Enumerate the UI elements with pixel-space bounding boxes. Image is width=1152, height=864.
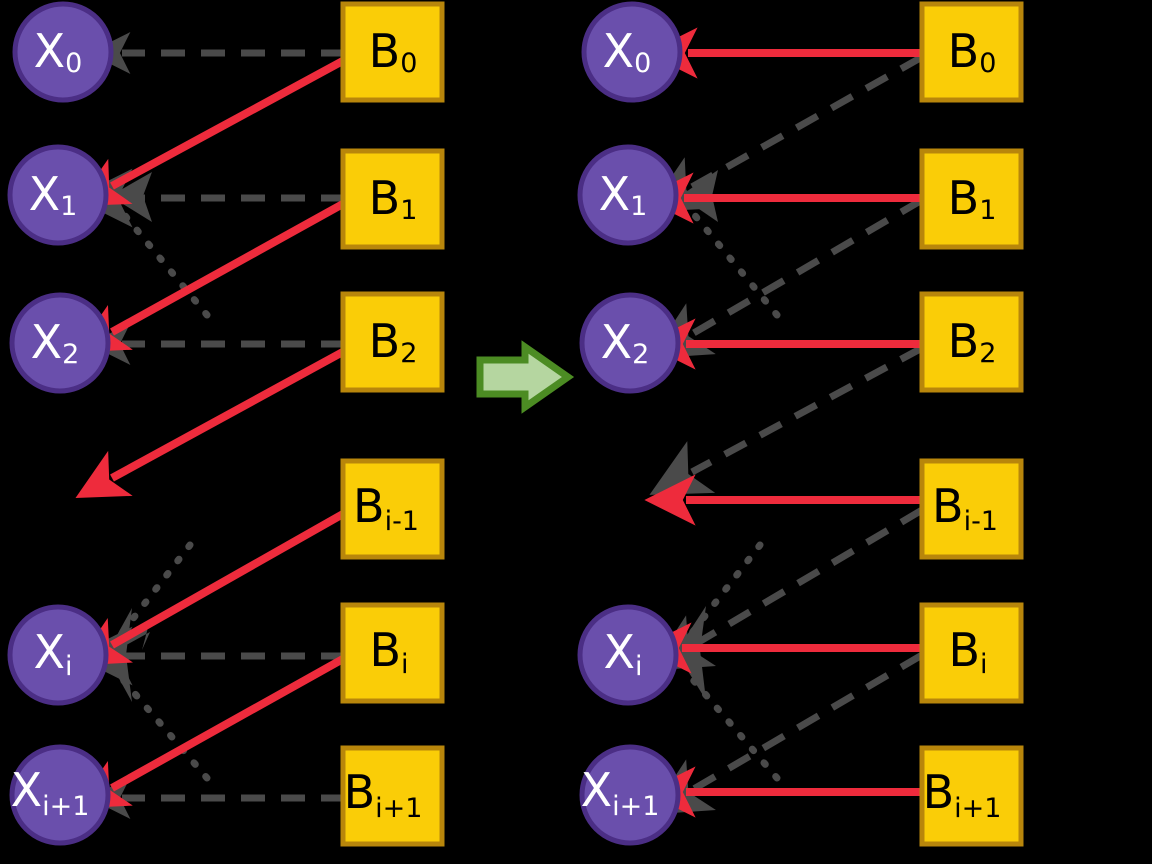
node-bip1-right[interactable]: Bi+1 bbox=[919, 745, 1024, 847]
dashed-edge-bim1-xi bbox=[650, 506, 924, 671]
node-bi[interactable]: Bi bbox=[340, 602, 445, 704]
left-b-nodes: B0 B1 B2 Bi-1 Bi Bi+1 bbox=[340, 1, 445, 847]
dashed-edge-b1-x2 bbox=[650, 196, 924, 359]
node-b2[interactable]: B2 bbox=[340, 291, 445, 393]
node-bip1[interactable]: Bi+1 bbox=[340, 745, 445, 847]
right-panel: X0 X1 X2 Xi Xi+1 B0 B1 B2 Bi-1 Bi Bi+1 bbox=[577, 1, 1024, 847]
gray-arrowhead-xi-cluster bbox=[676, 606, 706, 700]
transition-arrow-group bbox=[476, 340, 575, 414]
red-edge-b1-x2 bbox=[75, 196, 352, 353]
left-red-edges bbox=[75, 53, 352, 809]
node-bi-right[interactable]: Bi bbox=[919, 602, 1024, 704]
node-bim1-right[interactable]: Bi-1 bbox=[919, 458, 1024, 560]
green-block-arrow bbox=[476, 340, 575, 414]
node-x2-right[interactable]: X2 bbox=[579, 292, 681, 394]
node-x2[interactable]: X2 bbox=[9, 292, 111, 394]
red-edge-b2-unassigned bbox=[75, 344, 352, 498]
node-x0-right[interactable]: X0 bbox=[581, 1, 683, 103]
diagram-root: X0 X1 X2 Xi Xi+1 B0 B1 B2 Bi-1 Bi Bi+1 X… bbox=[7, 1, 1024, 847]
diagram-canvas: X0 X1 X2 Xi Xi+1 B0 B1 B2 Bi-1 Bi Bi+1 X… bbox=[0, 0, 1152, 864]
node-xip1-right[interactable]: Xi+1 bbox=[579, 744, 681, 846]
node-b1[interactable]: B1 bbox=[340, 148, 445, 250]
dotted-edge-to-x1 bbox=[688, 208, 781, 319]
red-edge-bim1-xi bbox=[75, 506, 352, 666]
right-red-edges bbox=[640, 27, 926, 818]
node-xi-right[interactable]: Xi bbox=[577, 604, 679, 706]
dashed-edge-b0-x1 bbox=[647, 53, 924, 212]
node-bim1[interactable]: Bi-1 bbox=[340, 458, 445, 560]
node-b1-right[interactable]: B1 bbox=[919, 148, 1024, 250]
node-b0[interactable]: B0 bbox=[340, 1, 445, 103]
red-edge-b0-x1 bbox=[75, 53, 352, 206]
red-edge-bi-xip1 bbox=[75, 651, 352, 809]
node-xip1[interactable]: Xi+1 bbox=[9, 744, 111, 846]
left-panel: X0 X1 X2 Xi Xi+1 B0 B1 B2 Bi-1 Bi Bi+1 bbox=[7, 1, 445, 847]
node-b2-right[interactable]: B2 bbox=[919, 291, 1024, 393]
right-x-nodes: X0 X1 X2 Xi Xi+1 bbox=[577, 1, 683, 846]
node-x1[interactable]: X1 bbox=[7, 144, 109, 246]
node-x0[interactable]: X0 bbox=[12, 1, 114, 103]
right-b-nodes: B0 B1 B2 Bi-1 Bi Bi+1 bbox=[919, 1, 1024, 847]
left-dotted-edges bbox=[114, 208, 211, 782]
node-xi[interactable]: Xi bbox=[7, 604, 109, 706]
node-b0-right[interactable]: B0 bbox=[919, 1, 1024, 103]
left-x-nodes: X0 X1 X2 Xi Xi+1 bbox=[7, 1, 114, 846]
node-x1-right[interactable]: X1 bbox=[577, 144, 679, 246]
right-dotted-edges bbox=[684, 208, 781, 782]
right-convergence-arrowheads bbox=[676, 170, 718, 700]
dashed-edge-b2-unassigned bbox=[649, 344, 924, 495]
right-dashed-edges bbox=[647, 53, 924, 815]
